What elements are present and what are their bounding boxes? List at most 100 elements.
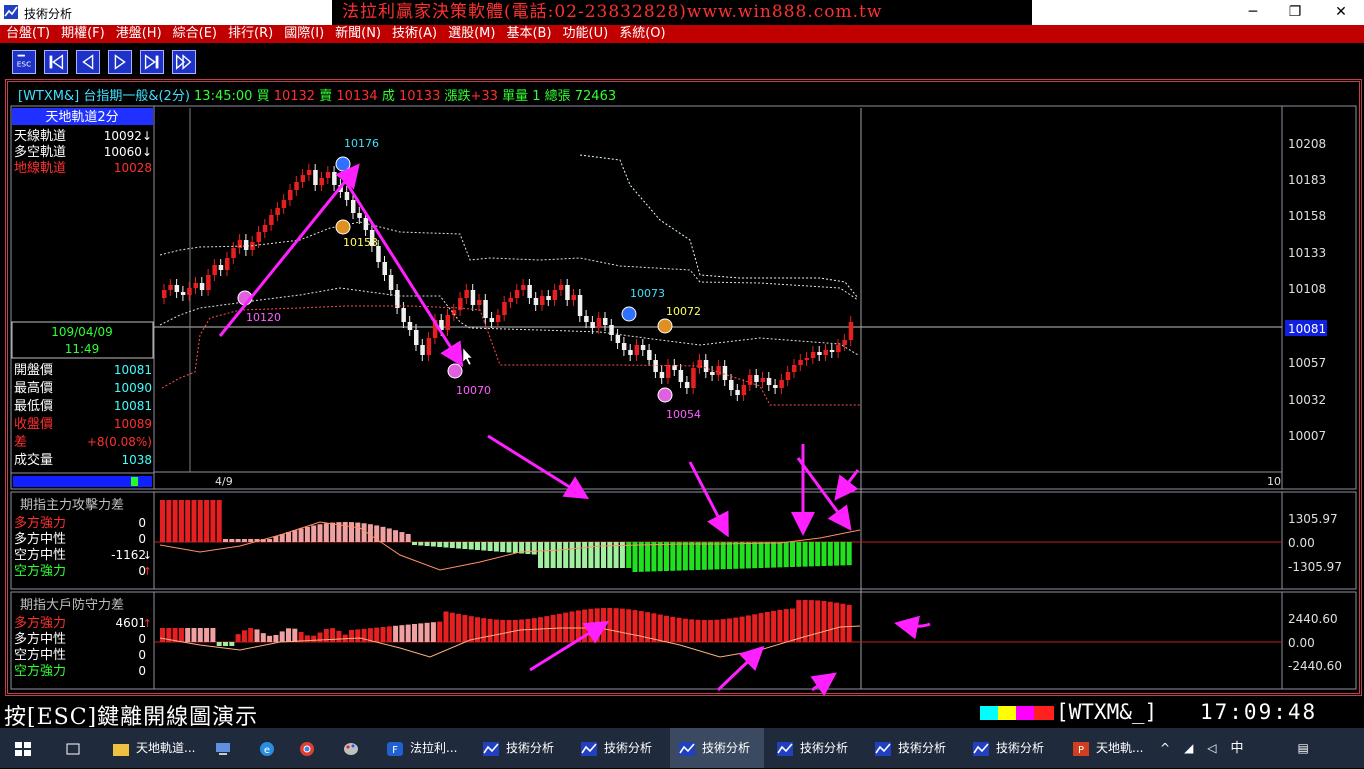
panel1-bar (185, 500, 191, 542)
panel2-bar (235, 634, 241, 642)
panel1-bar (840, 542, 846, 566)
taskbar-item-0[interactable] (6, 728, 44, 768)
panel2-bar (412, 624, 417, 642)
candle-body (288, 190, 293, 200)
panel2-row-label: 空方強力 (14, 663, 66, 679)
taskbar-item-5[interactable] (290, 728, 328, 768)
candle-body (319, 178, 324, 185)
panel2-bar (538, 617, 543, 642)
panel1-bar (752, 542, 758, 569)
panel1-bar (802, 542, 808, 567)
panel1-bar (500, 542, 506, 552)
panel2-bar (651, 613, 657, 642)
volume-icon[interactable]: ◁ (1207, 741, 1216, 755)
panel2-bar (569, 611, 575, 642)
taskbar-item-2[interactable]: 天地軌道... (104, 728, 198, 768)
candle-body (401, 308, 406, 322)
network-icon[interactable]: ◢ (1184, 741, 1193, 755)
panel1-bar (462, 542, 468, 549)
candle-body (754, 375, 759, 382)
candle-body (571, 295, 576, 300)
taskbar-item-12[interactable]: 技術分析 (866, 728, 960, 768)
panel2-bar (424, 622, 430, 642)
taskbar-item-10[interactable]: 技術分析 (670, 728, 764, 768)
panel1-bar (512, 542, 518, 553)
header-field-14: 72463 (575, 89, 616, 104)
taskbar-item-3[interactable] (206, 728, 244, 768)
panel2-bar (708, 619, 714, 642)
panel1-bar (657, 542, 663, 572)
panel2-bar (418, 623, 424, 642)
taskbar-item-14[interactable]: P 天地軌... (1064, 728, 1158, 768)
panel1-bar (632, 542, 638, 572)
panel2-bar (588, 608, 594, 642)
taskbar-item-11[interactable]: 技術分析 (768, 728, 862, 768)
panel1-bar (733, 542, 739, 569)
candle-body (420, 345, 425, 355)
y-tick-label: 10007 (1288, 429, 1326, 443)
candle-body (716, 366, 721, 375)
panel1-bar (241, 539, 247, 542)
panel1-bar (531, 542, 537, 555)
panel1-bar (582, 542, 588, 568)
panel1-row-value: 0 (138, 516, 146, 530)
panel2-row-value: 4601 (115, 616, 146, 630)
panel2-bar (840, 603, 846, 642)
ime-indicator[interactable]: 中 (1231, 741, 1244, 756)
annotation-arrow (894, 615, 931, 640)
panel2-bar (670, 616, 676, 642)
candle-body (640, 345, 646, 350)
y-tick-label: 10032 (1288, 393, 1326, 407)
ferrari-icon: F (386, 741, 410, 756)
taskbar-item-4[interactable]: e (250, 728, 288, 768)
header-field-11: 單量 (502, 89, 532, 104)
panel1-bar (689, 542, 695, 571)
panel1-bar (758, 542, 764, 568)
panel1-bar (317, 524, 323, 542)
candle-body (344, 192, 350, 200)
taskbar-item-13[interactable]: 技術分析 (964, 728, 1058, 768)
notification-icon[interactable]: ▤ (1298, 741, 1309, 755)
quote-label: 最高價 (14, 380, 53, 396)
panel1-bar (393, 530, 399, 542)
panel1-bar (575, 542, 581, 568)
taskbar-item-1[interactable] (56, 728, 94, 768)
candle-body (565, 285, 570, 300)
signal-price-label: 10070 (456, 384, 491, 397)
candle-body (540, 296, 545, 305)
panel1-bar (815, 542, 821, 567)
chrome-icon (298, 741, 322, 756)
panel2-bar (632, 610, 638, 642)
candle-body (647, 350, 652, 360)
panel2-bar (676, 617, 682, 642)
panel2-bar (178, 628, 184, 642)
scroll-thumb[interactable] (131, 477, 138, 486)
panel2-bar (437, 621, 443, 642)
candle-body (558, 285, 564, 290)
panel2-bar (204, 628, 210, 642)
panel1-row-label: 空方中性 (14, 547, 66, 563)
track-label: 多空軌道 (14, 144, 66, 160)
panel1-bar (821, 542, 827, 566)
panel2-bar (191, 628, 197, 642)
candle-body (269, 215, 274, 225)
panel1-bar (223, 539, 228, 542)
panel2-bar (399, 625, 405, 642)
taskbar-item-8[interactable]: 技術分析 (474, 728, 568, 768)
panel1-bar (764, 542, 770, 568)
main-chart-border (10, 105, 1357, 490)
y-tick-label: 10183 (1288, 173, 1326, 187)
panel1-bar (166, 500, 172, 542)
chevron-up-icon[interactable]: ^ (1160, 741, 1170, 755)
panel2-bar (664, 615, 669, 642)
panel2-title: 期指大戶防守力差 (20, 597, 124, 613)
taskbar-item-9[interactable]: 技術分析 (572, 728, 666, 768)
panel2-bar (506, 619, 512, 642)
candle-body (792, 365, 797, 372)
quote-label: 開盤價 (14, 363, 53, 378)
candle-body (823, 350, 828, 355)
taskbar-item-label: 法拉利... (410, 741, 458, 755)
taskbar-item-7[interactable]: F 法拉利... (378, 728, 472, 768)
candle-body (212, 265, 217, 275)
taskbar-item-6[interactable] (334, 728, 372, 768)
